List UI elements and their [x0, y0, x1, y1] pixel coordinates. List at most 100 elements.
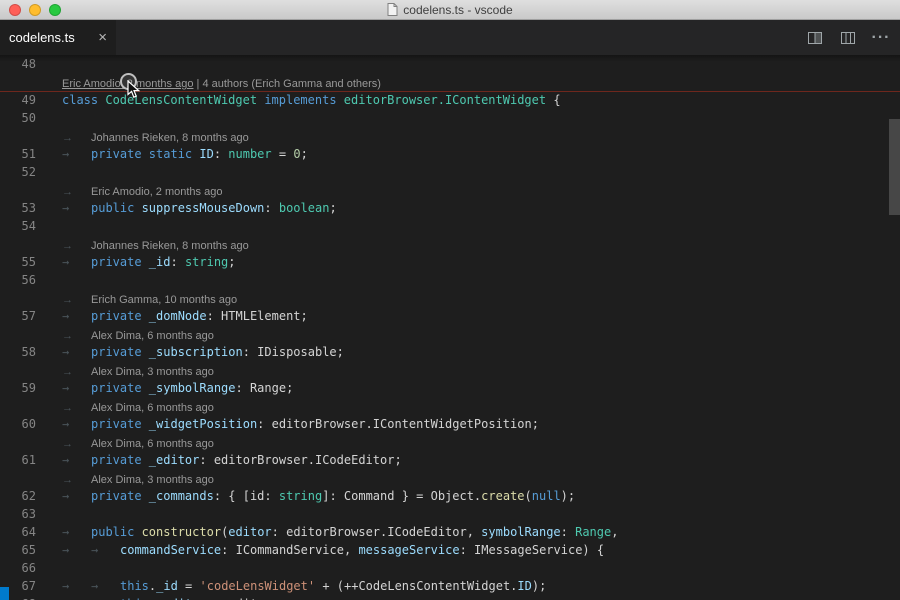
code-token: : IMessageService) { — [460, 543, 605, 557]
codelens-row: →Eric Amodio, 2 months ago — [0, 181, 900, 199]
codelens-content[interactable]: →Alex Dima, 6 months ago — [62, 397, 900, 415]
split-editor-icon — [807, 30, 823, 46]
code-line-content[interactable]: →private _domNode: HTMLElement; — [62, 307, 900, 325]
code-token: string — [279, 489, 322, 503]
status-bar-fragment — [0, 587, 9, 600]
code-line-content[interactable] — [62, 217, 900, 235]
window-title-group: codelens.ts - vscode — [387, 3, 512, 17]
code-token: ID — [199, 147, 213, 161]
code-token: : HTMLElement; — [207, 309, 308, 323]
close-window-button[interactable] — [9, 4, 21, 16]
code-line-content[interactable] — [62, 109, 900, 127]
codelens-link[interactable]: Alex Dima, 6 months ago — [91, 438, 214, 450]
codelens-content[interactable]: →Alex Dima, 6 months ago — [62, 325, 900, 343]
code-token: _id — [149, 255, 171, 269]
code-line-content[interactable]: →private _subscription: IDisposable; — [62, 343, 900, 361]
code-row: 61→private _editor: editorBrowser.ICodeE… — [0, 451, 900, 469]
codelens-link[interactable]: Alex Dima, 3 months ago — [91, 366, 214, 378]
code-token: : editorBrowser.IContentWidgetPosition; — [257, 417, 539, 431]
codelens-link[interactable]: | 4 authors (Erich Gamma and others) — [193, 78, 381, 90]
code-token: constructor — [142, 525, 221, 539]
code-row: 51→private static ID: number = 0; — [0, 145, 900, 163]
codelens-content[interactable]: →Alex Dima, 3 months ago — [62, 361, 900, 379]
line-number: 65 — [0, 541, 36, 559]
codelens-content[interactable]: →Alex Dima, 3 months ago — [62, 469, 900, 487]
code-row: 66 — [0, 559, 900, 577]
tab-whitespace-icon: → — [62, 577, 91, 595]
codelens-link[interactable]: Eric Amodio, 2 months ago — [91, 186, 222, 198]
code-row: 53→public suppressMouseDown: boolean; — [0, 199, 900, 217]
codelens-link[interactable]: Johannes Rieken, 8 months ago — [91, 132, 249, 144]
code-line-content[interactable]: →private _symbolRange: Range; — [62, 379, 900, 397]
tab-whitespace-icon: → — [62, 343, 91, 361]
code-line-content[interactable]: →private _editor: editorBrowser.ICodeEdi… — [62, 451, 900, 469]
scrollbar-thumb[interactable] — [889, 119, 900, 215]
code-line-content[interactable] — [62, 163, 900, 181]
codelens-row: Eric Amodio, 2 months ago | 4 authors (E… — [0, 73, 900, 91]
code-token: ( — [525, 489, 532, 503]
code-token: : editorBrowser.ICodeEditor, — [272, 525, 482, 539]
code-line-content[interactable] — [62, 559, 900, 577]
tab-bar: codelens.ts × ··· — [0, 20, 900, 55]
zoom-window-button[interactable] — [49, 4, 61, 16]
line-number: 55 — [0, 253, 36, 271]
codelens-link[interactable]: Alex Dima, 6 months ago — [91, 402, 214, 414]
code-line-content[interactable]: →public suppressMouseDown: boolean; — [62, 199, 900, 217]
code-line-content[interactable]: →→commandService: ICommandService, messa… — [62, 541, 900, 559]
codelens-row: →Alex Dima, 6 months ago — [0, 433, 900, 451]
minimize-window-button[interactable] — [29, 4, 41, 16]
codelens-link[interactable]: Erich Gamma, 10 months ago — [91, 294, 237, 306]
code-line-content[interactable]: →→this._id = 'codeLensWidget' + (++CodeL… — [62, 577, 900, 595]
tab-codelens-ts[interactable]: codelens.ts × — [0, 20, 116, 55]
codelens-content[interactable]: Eric Amodio, 2 months ago | 4 authors (E… — [62, 73, 900, 91]
code-token: ; — [301, 147, 308, 161]
codelens-content[interactable]: →Alex Dima, 6 months ago — [62, 433, 900, 451]
code-line-content[interactable]: →private static ID: number = 0; — [62, 145, 900, 163]
code-row: 55 →private _id: string; — [0, 253, 900, 271]
codelens-content[interactable]: →Eric Amodio, 2 months ago — [62, 181, 900, 199]
code-token: _commands — [149, 489, 214, 503]
line-number: 49 — [0, 91, 36, 109]
code-token: suppressMouseDown — [142, 201, 265, 215]
code-line-content[interactable]: →private _commands: { [id: string]: Comm… — [62, 487, 900, 505]
codelens-link[interactable]: Johannes Rieken, 8 months ago — [91, 240, 249, 252]
tab-whitespace-icon: → — [62, 199, 91, 217]
more-actions-button[interactable]: ··· — [872, 29, 890, 47]
code-line-content[interactable]: →private _widgetPosition: editorBrowser.… — [62, 415, 900, 433]
line-number: 62 — [0, 487, 36, 505]
code-line-content[interactable]: class CodeLensContentWidget implements e… — [62, 91, 900, 109]
code-line-content[interactable]: →→this._editor = editor; — [62, 595, 900, 600]
split-editor-button[interactable] — [806, 29, 824, 47]
code-line-content[interactable] — [62, 271, 900, 289]
editor-pane[interactable]: 48Eric Amodio, 2 months ago | 4 authors … — [0, 55, 900, 600]
code-line-content[interactable]: →private _id: string; — [62, 253, 900, 271]
code-row: 50 — [0, 109, 900, 127]
gutter: 60 — [0, 415, 62, 433]
codelens-content[interactable]: →Johannes Rieken, 8 months ago — [62, 127, 900, 145]
code-row: 52 — [0, 163, 900, 181]
code-token: private — [91, 417, 149, 431]
gutter: 48 — [0, 55, 62, 73]
gutter — [0, 397, 62, 415]
code-token: public — [91, 201, 142, 215]
codelens-content[interactable]: →Erich Gamma, 10 months ago — [62, 289, 900, 307]
code-line-content[interactable] — [62, 55, 900, 73]
tab-whitespace-icon: → — [91, 577, 120, 595]
codelens-content[interactable]: →Johannes Rieken, 8 months ago — [62, 235, 900, 253]
tab-whitespace-icon: → — [62, 307, 91, 325]
code-line-content[interactable]: →public constructor(editor: editorBrowse… — [62, 523, 900, 541]
codelens-link[interactable]: Alex Dima, 6 months ago — [91, 330, 214, 342]
codelens-link[interactable]: Alex Dima, 3 months ago — [91, 474, 214, 486]
line-number: 52 — [0, 163, 36, 181]
code-row: 64→public constructor(editor: editorBrow… — [0, 523, 900, 541]
code-rows: 48Eric Amodio, 2 months ago | 4 authors … — [0, 55, 900, 600]
code-token: _id — [156, 579, 178, 593]
code-row: 58→private _subscription: IDisposable; — [0, 343, 900, 361]
toggle-layout-button[interactable] — [839, 29, 857, 47]
vertical-scrollbar[interactable] — [889, 55, 900, 600]
tab-close-icon[interactable]: × — [98, 30, 107, 45]
gutter — [0, 235, 62, 253]
code-line-content[interactable] — [62, 505, 900, 523]
gutter: 61 — [0, 451, 62, 469]
code-token: ); — [532, 579, 546, 593]
